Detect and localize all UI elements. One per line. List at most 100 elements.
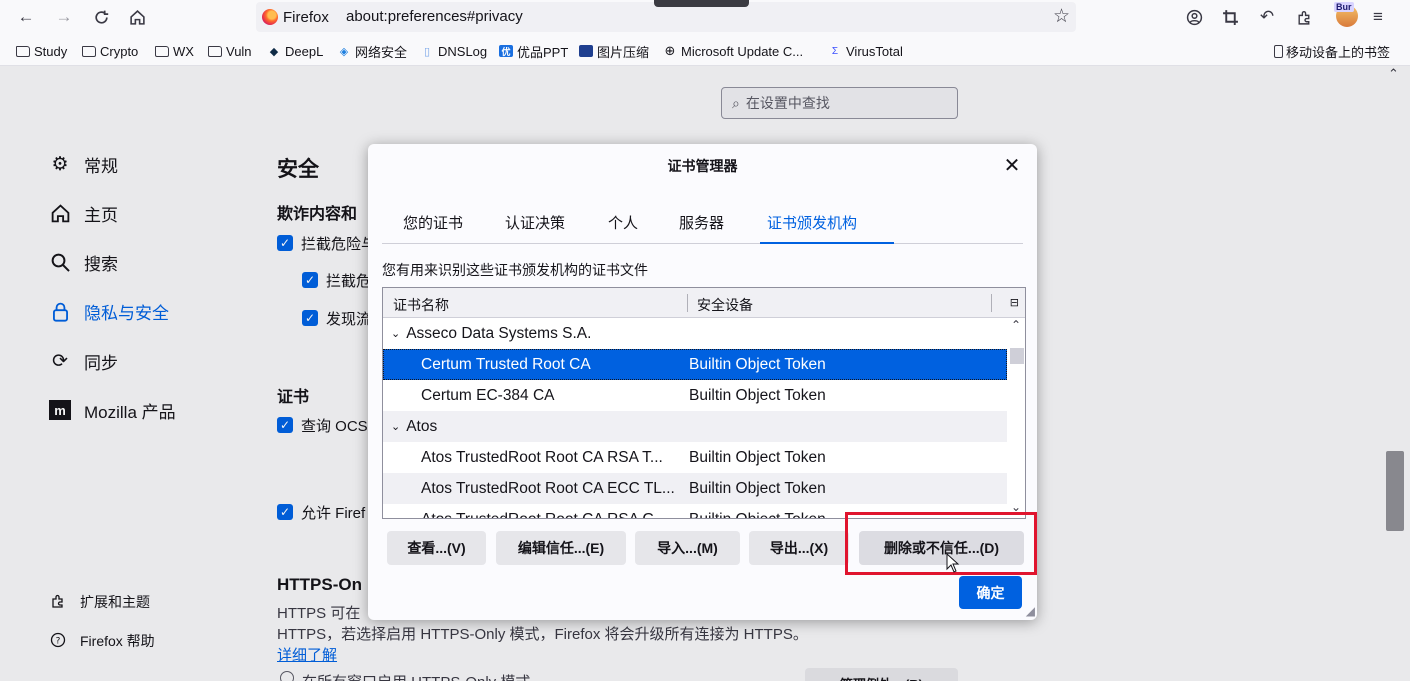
edit-trust-button[interactable]: 编辑信任...(E) bbox=[496, 531, 626, 565]
bookmark-label: DeepL bbox=[285, 43, 324, 59]
bookmark-label: DNSLog bbox=[438, 43, 488, 59]
bookmark-label: 网络安全 bbox=[355, 44, 408, 60]
close-icon[interactable]: ✕ bbox=[999, 152, 1025, 178]
youpin-icon: 优 bbox=[499, 45, 513, 57]
bookmarks-toolbar: Study Crypto WX Vuln ◆ DeepL ◈ 网络安全 ▯ DNSLo… bbox=[0, 34, 1410, 66]
bookmark-label: WX bbox=[173, 43, 194, 59]
tab-authorities[interactable]: 证书颁发机构 bbox=[767, 212, 857, 233]
undo-arrow-icon[interactable]: ↶ bbox=[1255, 5, 1279, 29]
bookmark-deepl[interactable]: ◆ DeepL bbox=[267, 42, 324, 60]
url-text[interactable]: about:preferences#privacy bbox=[346, 8, 523, 25]
column-picker-icon[interactable]: ⊟ bbox=[1010, 296, 1019, 309]
tree-group-row[interactable]: ⌄ Atos bbox=[383, 411, 1007, 442]
bookmark-youpin-ppt[interactable]: 优优品PPT bbox=[499, 42, 568, 60]
column-security-device[interactable]: 安全设备 bbox=[697, 295, 753, 315]
cert-name: Atos TrustedRoot Root CA ECC TL... bbox=[421, 479, 675, 497]
tab-servers[interactable]: 服务器 bbox=[679, 212, 724, 233]
account-icon[interactable] bbox=[1182, 5, 1206, 29]
mouse-cursor-icon bbox=[946, 553, 960, 573]
bookmark-network-security[interactable]: ◈ 网络安全 bbox=[337, 42, 407, 60]
bookmark-wx[interactable]: WX bbox=[155, 42, 194, 60]
annotation-highlight-box bbox=[845, 512, 1037, 575]
table-row[interactable]: Certum EC-384 CA Builtin Object Token bbox=[383, 380, 1007, 411]
cert-device: Builtin Object Token bbox=[689, 479, 826, 497]
table-row[interactable]: Certum Trusted Root CA Builtin Object To… bbox=[383, 349, 1007, 380]
shield-bookmark-icon: ◈ bbox=[339, 45, 349, 58]
dialog-title: 证书管理器 bbox=[667, 158, 738, 174]
tree-scrollbar[interactable]: ⌃ ⌄ bbox=[1007, 318, 1025, 518]
mobile-bookmarks[interactable]: 移动设备上的书签 bbox=[1273, 42, 1390, 61]
resize-grip-icon[interactable]: ◢ bbox=[1026, 604, 1035, 618]
crop-screenshot-icon[interactable] bbox=[1218, 5, 1242, 29]
folder-icon bbox=[208, 45, 222, 57]
bookmark-study[interactable]: Study bbox=[16, 42, 67, 60]
import-button[interactable]: 导入...(M) bbox=[635, 531, 740, 565]
cert-device: Builtin Object Token bbox=[689, 448, 826, 466]
phone-icon bbox=[1273, 45, 1283, 58]
group-name: Asseco Data Systems S.A. bbox=[406, 324, 592, 342]
authorities-description: 您有用来识别这些证书颁发机构的证书文件 bbox=[382, 262, 648, 278]
forward-arrow-icon[interactable]: → bbox=[52, 5, 76, 29]
table-row[interactable]: Atos TrustedRoot Root CA ECC TL... Built… bbox=[383, 473, 1007, 504]
tree-scrollbar-thumb[interactable] bbox=[1010, 348, 1024, 364]
tab-people[interactable]: 个人 bbox=[608, 212, 638, 233]
bookmark-label: 图片压缩 bbox=[597, 44, 650, 60]
bookmark-label: Study bbox=[34, 43, 68, 59]
identity-label: Firefox bbox=[283, 8, 329, 26]
column-separator[interactable] bbox=[991, 294, 992, 312]
folder-icon bbox=[16, 45, 30, 57]
globe-icon: ⊕ bbox=[664, 43, 676, 58]
active-tab-indicator bbox=[760, 242, 894, 244]
cert-device: Builtin Object Token bbox=[689, 386, 826, 404]
group-name: Atos bbox=[406, 417, 438, 435]
tab-strip-edge bbox=[654, 0, 749, 7]
burp-extension-icon[interactable]: Bur bbox=[1334, 2, 1358, 27]
bookmark-virustotal[interactable]: Σ VirusTotal bbox=[828, 42, 903, 60]
export-button[interactable]: 导出...(X) bbox=[749, 531, 849, 565]
cert-name: Certum EC-384 CA bbox=[421, 386, 555, 404]
extensions-icon[interactable] bbox=[1292, 5, 1316, 29]
cert-device: Builtin Object Token bbox=[689, 510, 826, 519]
cert-name: Atos TrustedRoot Root CA RSA G... bbox=[421, 510, 668, 519]
folder-icon bbox=[82, 45, 96, 57]
bookmark-image-compress[interactable]: 图片压缩 bbox=[579, 42, 649, 60]
bookmark-vuln[interactable]: Vuln bbox=[208, 42, 252, 60]
image-tool-icon bbox=[579, 45, 593, 57]
certificate-tree[interactable]: 证书名称 安全设备 ⊟ ⌄ Asseco Data Systems S.A. Ce… bbox=[382, 287, 1026, 519]
bookmark-star-icon[interactable]: ☆ bbox=[1053, 5, 1070, 28]
tree-header: 证书名称 安全设备 ⊟ bbox=[383, 288, 1025, 318]
navigation-toolbar: ← → Firefox about:preferences#privacy ☆ … bbox=[0, 0, 1410, 34]
table-row[interactable]: Atos TrustedRoot Root CA RSA T... Builti… bbox=[383, 442, 1007, 473]
folder-icon bbox=[155, 45, 169, 57]
scroll-up-icon[interactable]: ⌃ bbox=[1011, 318, 1021, 332]
tab-your-certificates[interactable]: 您的证书 bbox=[403, 212, 463, 233]
home-icon[interactable] bbox=[125, 5, 149, 29]
cert-tabs: 您的证书 认证决策 个人 服务器 证书颁发机构 bbox=[382, 206, 1023, 244]
bookmark-crypto[interactable]: Crypto bbox=[82, 42, 138, 60]
bookmark-label: Microsoft Update C... bbox=[681, 43, 804, 59]
bookmark-microsoft-update[interactable]: ⊕ Microsoft Update C... bbox=[663, 42, 804, 60]
column-separator[interactable] bbox=[687, 294, 688, 312]
tab-authentication-decisions[interactable]: 认证决策 bbox=[505, 212, 565, 233]
identity-box[interactable]: Firefox bbox=[262, 8, 329, 26]
firefox-logo-icon bbox=[262, 9, 278, 25]
ok-button[interactable]: 确定 bbox=[959, 576, 1022, 609]
burp-badge: Bur bbox=[1334, 2, 1354, 12]
hamburger-menu-icon[interactable]: ≡ bbox=[1366, 5, 1390, 29]
bookmark-label: Crypto bbox=[100, 43, 139, 59]
bookmark-dnslog[interactable]: ▯ DNSLog bbox=[420, 42, 487, 60]
chevron-down-icon: ⌄ bbox=[391, 328, 401, 340]
page-icon: ▯ bbox=[423, 45, 431, 58]
back-arrow-icon[interactable]: ← bbox=[14, 5, 38, 29]
column-cert-name[interactable]: 证书名称 bbox=[393, 295, 449, 315]
view-button[interactable]: 查看...(V) bbox=[387, 531, 486, 565]
reload-icon[interactable] bbox=[89, 5, 113, 29]
cert-name: Atos TrustedRoot Root CA RSA T... bbox=[421, 448, 663, 466]
bookmark-label: VirusTotal bbox=[846, 43, 903, 59]
tree-group-row[interactable]: ⌄ Asseco Data Systems S.A. bbox=[383, 318, 1007, 349]
chevron-down-icon: ⌄ bbox=[391, 421, 401, 433]
mobile-bookmarks-label: 移动设备上的书签 bbox=[1285, 45, 1390, 60]
deepl-icon: ◆ bbox=[269, 45, 279, 58]
bookmark-label: Vuln bbox=[226, 43, 252, 59]
bookmark-label: 优品PPT bbox=[517, 44, 569, 60]
